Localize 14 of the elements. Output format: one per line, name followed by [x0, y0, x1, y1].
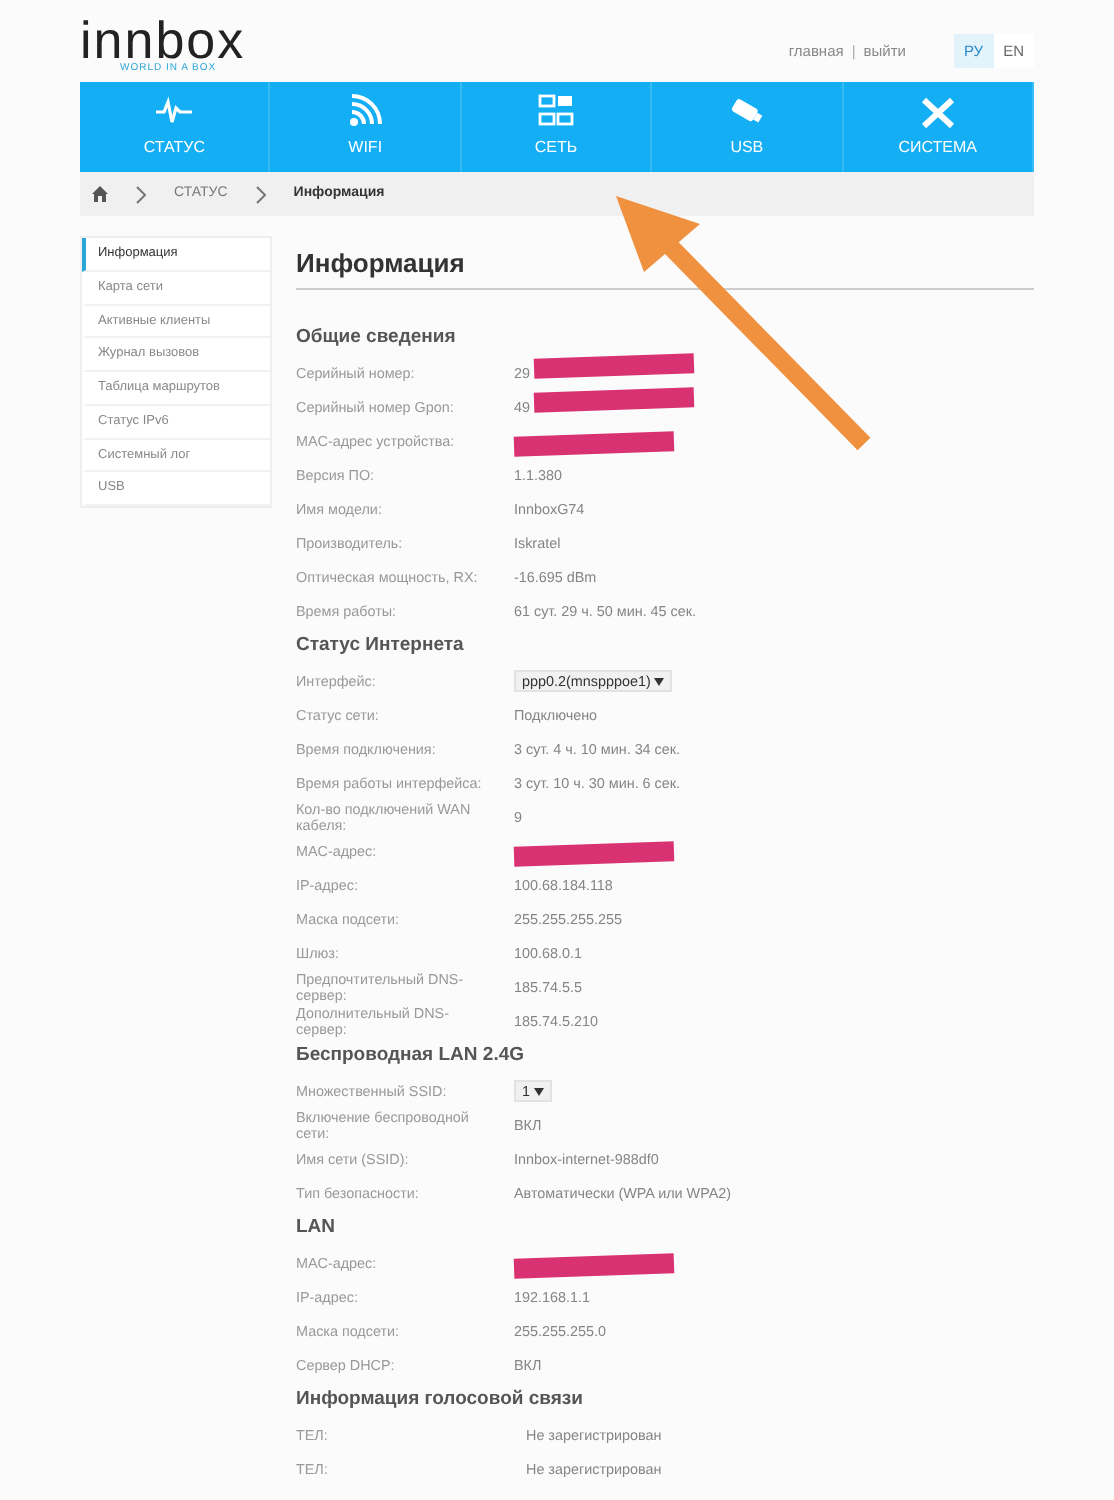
caret-icon [654, 677, 665, 686]
home-icon[interactable] [92, 186, 108, 202]
caret-icon [534, 1087, 544, 1096]
wifi-icon [345, 94, 386, 130]
section-heading: Общие сведения [296, 324, 458, 353]
chevron-icon [255, 185, 266, 203]
section-heading: LAN [296, 1214, 338, 1243]
tools-icon [917, 94, 958, 130]
network-icon [536, 94, 577, 130]
chevron-icon [136, 185, 146, 203]
section-heading: Беспроводная LAN 2.4G [296, 1042, 526, 1071]
logo-text: innbox [80, 18, 246, 62]
section-heading: Информация голосовой связи [296, 1386, 585, 1415]
section-heading: Статус Интернета [296, 632, 466, 661]
